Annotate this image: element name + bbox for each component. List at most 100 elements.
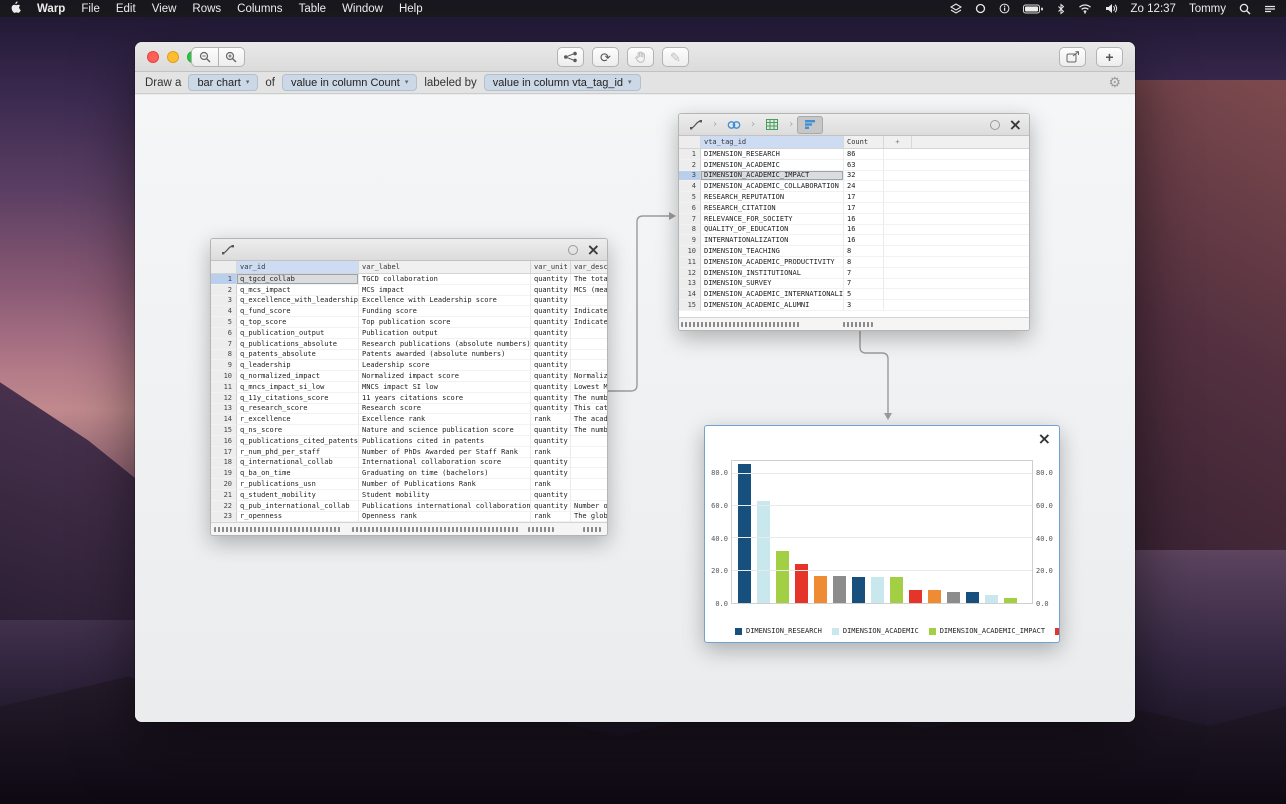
cell-var_descri[interactable]: Normalized [571, 371, 607, 382]
row-number[interactable]: 23 [211, 511, 237, 522]
cell-var_descri[interactable] [571, 360, 607, 372]
cell-var_descri[interactable]: The global [571, 512, 607, 522]
tags-panel-titlebar[interactable]: › › › × [679, 114, 1029, 136]
cell-var_descri[interactable]: Number of p [571, 501, 607, 512]
zoom-in-button[interactable] [218, 47, 245, 67]
cell-var_unit[interactable]: quantity [531, 403, 571, 415]
cell-var_descri[interactable] [571, 350, 607, 361]
cell-var_descri[interactable] [571, 479, 607, 490]
info-icon[interactable] [999, 3, 1010, 14]
cell-var_unit[interactable]: quantity [531, 457, 571, 469]
cell-count[interactable]: 63 [844, 159, 884, 171]
cell-plus[interactable] [884, 192, 1029, 203]
flow-layout-button[interactable] [557, 47, 584, 67]
cell-vta_tag_id[interactable]: DIMENSION_RESEARCH [701, 149, 844, 160]
cell-var_id[interactable]: q_pub_international_collab [237, 500, 359, 512]
close-icon[interactable]: × [587, 241, 600, 257]
cell-plus[interactable] [884, 171, 1029, 182]
cell-var_label[interactable]: Normalized impact score [359, 371, 531, 382]
cell-var_unit[interactable]: quantity [531, 392, 571, 404]
cell-var_label[interactable]: International collaboration score [359, 457, 531, 469]
dropbox-icon[interactable] [949, 2, 962, 15]
wifi-icon[interactable] [1078, 3, 1092, 14]
scrubber-handle[interactable] [681, 321, 801, 327]
add-column-button[interactable]: + [884, 136, 912, 148]
close-window-button[interactable] [147, 51, 159, 63]
cell-var_label[interactable]: Openness rank [359, 511, 531, 522]
row-number[interactable]: 15 [211, 425, 237, 436]
cell-plus[interactable] [884, 149, 1029, 160]
cell-var_id[interactable]: r_excellence [237, 414, 359, 426]
status-circle-icon[interactable] [975, 3, 986, 14]
cell-var_unit[interactable]: quantity [531, 274, 571, 285]
link-step-icon[interactable] [721, 116, 747, 134]
export-window-button[interactable] [1059, 47, 1086, 67]
row-number[interactable]: 4 [211, 306, 237, 318]
cell-var_id[interactable]: q_publications_cited_patents [237, 435, 359, 447]
menu-help[interactable]: Help [399, 3, 423, 15]
cell-var_label[interactable]: Excellence rank [359, 414, 531, 426]
cell-vta_tag_id[interactable]: DIMENSION_ACADEMIC_ALUMNI [701, 300, 844, 311]
cell-var_id[interactable]: q_fund_score [237, 306, 359, 318]
cell-var_unit[interactable]: quantity [531, 425, 571, 436]
row-number[interactable]: 1 [211, 274, 237, 285]
row-number[interactable]: 9 [211, 360, 237, 372]
cell-count[interactable]: 16 [844, 213, 884, 225]
cell-count[interactable]: 24 [844, 181, 884, 193]
cell-count[interactable]: 16 [844, 224, 884, 236]
cell-var_label[interactable]: Top publication score [359, 317, 531, 328]
cell-plus[interactable] [884, 289, 1029, 301]
cell-var_descri[interactable] [571, 458, 607, 469]
cell-var_label[interactable]: Patents awarded (absolute numbers) [359, 349, 531, 361]
bar-RESEARCH_CITATION[interactable] [833, 575, 846, 603]
cell-var_label[interactable]: Student mobility [359, 489, 531, 501]
row-number[interactable]: 8 [211, 349, 237, 361]
bar-DIMENSION_ACADEMIC_IMPACT[interactable] [776, 551, 789, 603]
cell-var_unit[interactable]: quantity [531, 371, 571, 382]
cell-var_descri[interactable]: This catego [571, 404, 607, 415]
cell-var_unit[interactable]: quantity [531, 327, 571, 339]
cell-count[interactable]: 8 [844, 256, 884, 268]
cell-var_unit[interactable]: quantity [531, 284, 571, 296]
column-header-var-id[interactable]: var_id [237, 261, 359, 273]
value-column-dropdown[interactable]: value in column Count ▾ [281, 74, 418, 91]
cell-var_label[interactable]: Funding score [359, 306, 531, 318]
cell-vta_tag_id[interactable]: QUALITY_OF_EDUCATION [701, 224, 844, 236]
cell-var_descri[interactable] [571, 436, 607, 447]
curve-source-icon[interactable] [683, 116, 709, 134]
cell-var_descri[interactable]: Lowest MNCS [571, 382, 607, 393]
cell-var_unit[interactable]: quantity [531, 500, 571, 512]
row-number[interactable]: 6 [211, 327, 237, 339]
cell-plus[interactable] [884, 203, 1029, 214]
cell-var_id[interactable]: q_student_mobility [237, 489, 359, 501]
cell-var_descri[interactable]: Indicates t [571, 306, 607, 318]
cell-var_label[interactable]: Publications cited in patents [359, 435, 531, 447]
cell-var_unit[interactable]: rank [531, 479, 571, 490]
cell-var_descri[interactable] [571, 490, 607, 501]
add-panel-button[interactable]: + [1096, 47, 1123, 67]
cell-var_unit[interactable]: quantity [531, 338, 571, 350]
cell-var_descri[interactable]: Indicates t [571, 317, 607, 328]
battery-icon[interactable] [1022, 4, 1044, 14]
cell-plus[interactable] [884, 257, 1029, 268]
cell-var_label[interactable]: Publication output [359, 327, 531, 339]
spotlight-search-icon[interactable] [1239, 3, 1251, 15]
cell-plus[interactable] [884, 246, 1029, 257]
cell-vta_tag_id[interactable]: INTERNATIONALIZATION [701, 235, 844, 247]
cell-count[interactable]: 16 [844, 235, 884, 247]
cell-plus[interactable] [884, 300, 1029, 311]
curve-source-icon[interactable] [215, 241, 241, 259]
cell-var_label[interactable]: MCS impact [359, 284, 531, 296]
row-number[interactable]: 5 [211, 317, 237, 328]
row-number[interactable]: 5 [679, 192, 701, 203]
cell-plus[interactable] [884, 160, 1029, 171]
close-icon[interactable]: × [1038, 429, 1051, 448]
cell-plus[interactable] [884, 268, 1029, 279]
row-number[interactable]: 7 [211, 338, 237, 350]
cell-var_id[interactable]: q_excellence_with_leadership [237, 295, 359, 307]
row-number[interactable]: 12 [211, 392, 237, 404]
cell-var_id[interactable]: q_mcs_impact [237, 284, 359, 296]
cell-vta_tag_id[interactable]: DIMENSION_ACADEMIC_IMPACT [701, 170, 844, 182]
menu-edit[interactable]: Edit [116, 3, 136, 15]
cell-var_id[interactable]: q_leadership [237, 360, 359, 372]
